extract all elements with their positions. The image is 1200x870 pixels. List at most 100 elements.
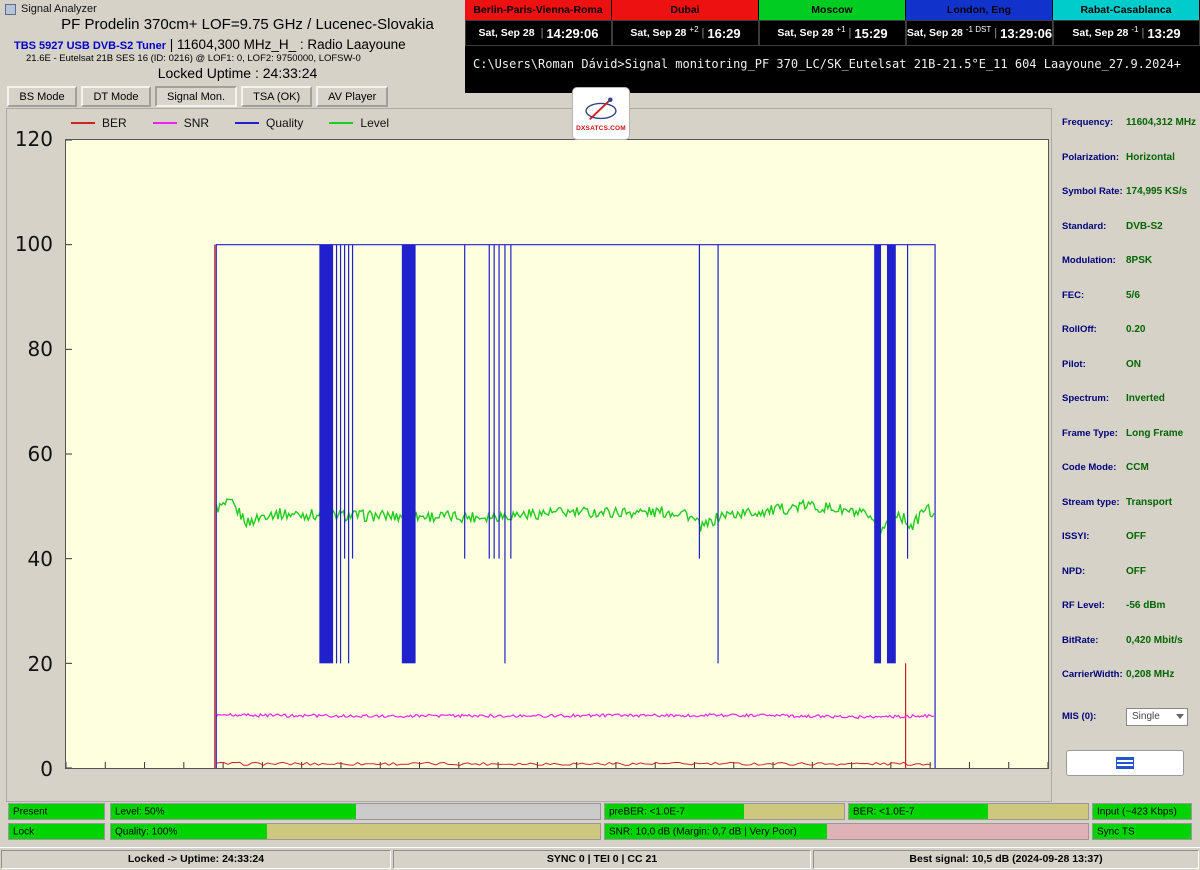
- clock-time-berlin-paris-vienna-roma: Sat, Sep 28|14:29:06: [465, 20, 612, 46]
- y-tick-label: 20: [7, 652, 53, 676]
- antenna-info: PF Prodelin 370cm+ LOF=9.75 GHz / Lucene…: [0, 16, 465, 33]
- progress-label: SNR: 10,0 dB (Margin: 0,7 dB | Very Poor…: [609, 826, 797, 837]
- tuner-line: TBS 5927 USB DVB-S2 Tuner | 11604,300 MH…: [0, 37, 465, 52]
- param-value: 0,420 Mbit/s: [1126, 635, 1183, 646]
- tab-dt-mode[interactable]: DT Mode: [81, 86, 151, 107]
- y-tick-label: 120: [7, 127, 53, 151]
- clock-city-london-eng: London, Eng: [906, 0, 1053, 20]
- clock-time-moscow: Sat, Sep 28+1|15:29: [759, 20, 906, 46]
- clock-city-rabat-casablanca: Rabat-Casablanca: [1053, 0, 1200, 20]
- clock-time-dubai: Sat, Sep 28+2|16:29: [612, 20, 759, 46]
- progress-label: Sync TS: [1097, 826, 1135, 837]
- tab-bar: BS ModeDT ModeSignal Mon.TSA (OK)AV Play…: [7, 86, 388, 107]
- param-list: Frequency:11604,312 MHzPolarization:Hori…: [1062, 117, 1200, 704]
- param-label: Standard:: [1062, 221, 1124, 232]
- y-tick-label: 0: [7, 757, 53, 781]
- param-label: Polarization:: [1062, 152, 1124, 163]
- param-value: 11604,312 MHz: [1126, 117, 1196, 128]
- progress-snr: SNR: 10,0 dB (Margin: 0,7 dB | Very Poor…: [604, 823, 1089, 840]
- mis-select[interactable]: Single: [1126, 708, 1188, 726]
- param-row-code-mode: Code Mode:CCM: [1062, 462, 1200, 497]
- legend-swatch: [153, 122, 177, 124]
- progress-preber: preBER: <1.0E-7: [604, 803, 845, 820]
- param-value: 5/6: [1126, 290, 1140, 301]
- progress-label: preBER: <1.0E-7: [609, 806, 685, 817]
- status-uptime: Locked -> Uptime: 24:33:24: [1, 850, 391, 869]
- spectrum-tool-icon[interactable]: [1116, 757, 1134, 769]
- satellite-info: 21.6E - Eutelsat 21B SES 16 (ID: 0216) @…: [0, 53, 465, 64]
- progress-label: Lock: [13, 826, 34, 837]
- status-bar: Locked -> Uptime: 24:33:24 SYNC 0 | TEI …: [0, 847, 1200, 870]
- param-value: CCM: [1126, 462, 1149, 473]
- chart-legend: BERSNRQualityLevel: [71, 116, 389, 130]
- param-row-carrierwidth: CarrierWidth:0,208 MHz: [1062, 669, 1200, 704]
- side-tool-box: [1066, 750, 1184, 776]
- y-tick-label: 100: [7, 232, 53, 256]
- parameters-panel: Frequency:11604,312 MHzPolarization:Hori…: [1054, 93, 1200, 796]
- progress-ber: BER: <1.0E-7: [848, 803, 1089, 820]
- plot-area: [65, 139, 1049, 769]
- param-value: Transport: [1126, 497, 1172, 508]
- param-row-rf-level: RF Level:-56 dBm: [1062, 600, 1200, 635]
- tab-signal-mon[interactable]: Signal Mon.: [155, 86, 237, 107]
- param-label: BitRate:: [1062, 635, 1124, 646]
- param-value: Horizontal: [1126, 152, 1175, 163]
- param-value: DVB-S2: [1126, 221, 1163, 232]
- clock-city-dubai: Dubai: [612, 0, 759, 20]
- y-tick-label: 80: [7, 337, 53, 361]
- legend-swatch: [235, 122, 259, 124]
- param-row-npd: NPD:OFF: [1062, 566, 1200, 601]
- param-row-spectrum: Spectrum:Inverted: [1062, 393, 1200, 428]
- frequency-service-info: | 11604,300 MHz_H_ : Radio Laayoune: [170, 37, 406, 52]
- tab-av-player[interactable]: AV Player: [316, 86, 388, 107]
- y-axis: 020406080100120: [7, 109, 59, 801]
- param-value: -56 dBm: [1126, 600, 1165, 611]
- progress-present: Present: [8, 803, 105, 820]
- mis-label: MIS (0):: [1062, 711, 1124, 722]
- progress-label: Present: [13, 806, 47, 817]
- param-value: ON: [1126, 359, 1141, 370]
- legend-item-snr: SNR: [153, 116, 209, 130]
- param-value: 174,995 KS/s: [1126, 186, 1187, 197]
- param-row-standard: Standard:DVB-S2: [1062, 221, 1200, 256]
- command-line: C:\Users\Roman Dávid>Signal monitoring_P…: [465, 46, 1200, 71]
- progress-input-423-kbps: Input (~423 Kbps): [1092, 803, 1192, 820]
- param-label: Code Mode:: [1062, 462, 1124, 473]
- legend-label: Quality: [266, 116, 303, 130]
- param-label: Frame Type:: [1062, 428, 1124, 439]
- param-label: CarrierWidth:: [1062, 669, 1124, 680]
- clock-time-london-eng: Sat, Sep 28-1 DST|13:29:06: [906, 20, 1053, 46]
- progress-label: BER: <1.0E-7: [853, 806, 914, 817]
- world-clock-panel: Berlin-Paris-Vienna-RomaDubaiMoscowLondo…: [465, 0, 1200, 93]
- param-value: 0.20: [1126, 324, 1145, 335]
- param-label: Frequency:: [1062, 117, 1124, 128]
- param-label: RollOff:: [1062, 324, 1124, 335]
- param-value: 0,208 MHz: [1126, 669, 1174, 680]
- param-row-modulation: Modulation:8PSK: [1062, 255, 1200, 290]
- progress-label: Input (~423 Kbps): [1097, 806, 1177, 817]
- tab-bs-mode[interactable]: BS Mode: [7, 86, 77, 107]
- tab-tsa-ok[interactable]: TSA (OK): [241, 86, 312, 107]
- param-label: Pilot:: [1062, 359, 1124, 370]
- plot-svg: [66, 140, 1048, 768]
- clock-city-moscow: Moscow: [759, 0, 906, 20]
- param-label: NPD:: [1062, 566, 1124, 577]
- progress-sync-ts: Sync TS: [1092, 823, 1192, 840]
- legend-label: SNR: [184, 116, 209, 130]
- param-label: RF Level:: [1062, 600, 1124, 611]
- locked-uptime: Locked Uptime : 24:33:24: [0, 65, 465, 81]
- dxsatcs-logo: DXSATCS.COM: [572, 87, 630, 140]
- legend-swatch: [71, 122, 95, 124]
- param-label: ISSYI:: [1062, 531, 1124, 542]
- logo-text: DXSATCS.COM: [576, 125, 626, 132]
- progress-area: PresentLevel: 50%preBER: <1.0E-7BER: <1.…: [0, 800, 1200, 846]
- param-value: OFF: [1126, 566, 1146, 577]
- chevron-down-icon: [1176, 714, 1184, 719]
- legend-item-ber: BER: [71, 116, 127, 130]
- status-sync-counters: SYNC 0 | TEI 0 | CC 21: [393, 850, 811, 869]
- param-row-frame-type: Frame Type:Long Frame: [1062, 428, 1200, 463]
- rocket-antenna-icon: [582, 96, 620, 124]
- param-row-frequency: Frequency:11604,312 MHz: [1062, 117, 1200, 152]
- param-row-issyi: ISSYI:OFF: [1062, 531, 1200, 566]
- progress-label: Quality: 100%: [115, 826, 177, 837]
